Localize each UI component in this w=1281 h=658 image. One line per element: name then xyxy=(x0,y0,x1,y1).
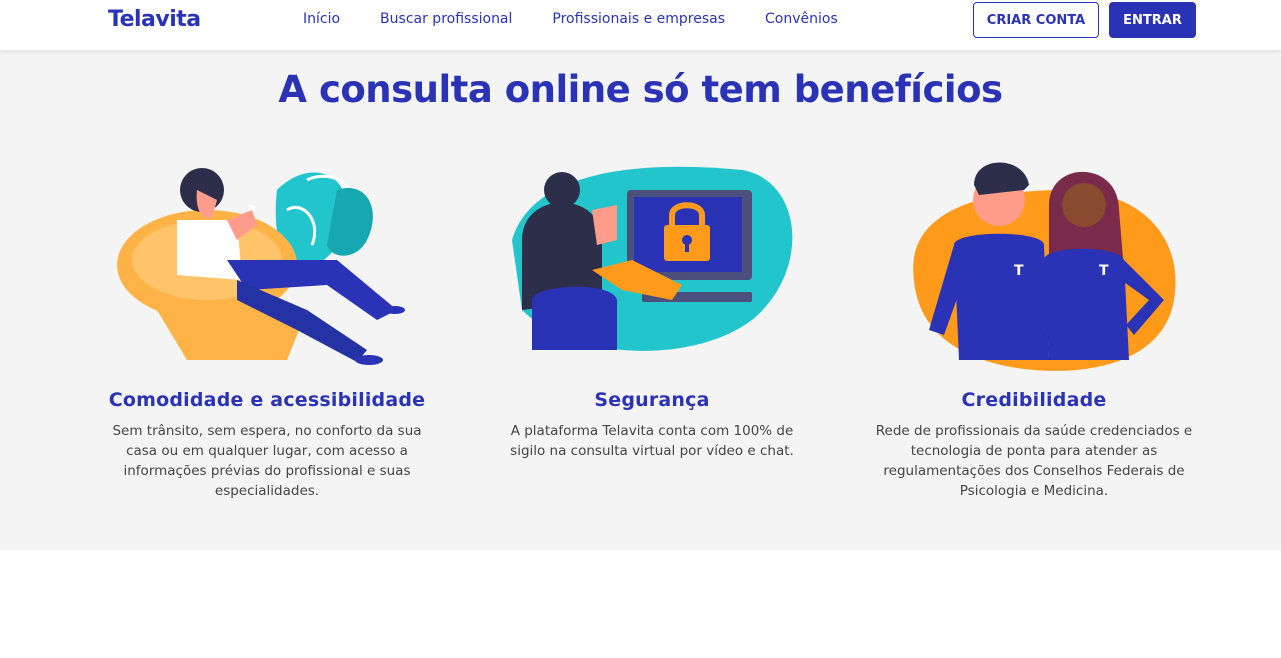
svg-text:T: T xyxy=(1014,263,1024,279)
svg-text:T: T xyxy=(1099,263,1109,279)
benefits-section: A consulta online só tem benefícios Como… xyxy=(0,50,1281,550)
benefit-title: Credibilidade xyxy=(961,389,1107,411)
benefit-card-seguranca: Segurança A plataforma Telavita conta co… xyxy=(482,150,822,461)
logo-text: Telavita xyxy=(108,6,201,32)
heading-bold: só tem benefícios xyxy=(642,68,1003,111)
create-account-button[interactable]: CRIAR CONTA xyxy=(973,2,1099,38)
telavita-logo[interactable]: Telavita xyxy=(108,5,201,33)
nav-link-buscar-profissional[interactable]: Buscar profissional xyxy=(380,11,512,27)
nav-link-inicio[interactable]: Início xyxy=(303,11,340,27)
benefit-title: Segurança xyxy=(594,389,710,411)
benefit-card-credibilidade: T T Credibilidade Rede de profissionais … xyxy=(864,150,1204,501)
benefit-description: Rede de profissionais da saúde credencia… xyxy=(875,423,1193,499)
login-button[interactable]: ENTRAR xyxy=(1109,2,1196,38)
main-nav: Início Buscar profissional Profissionais… xyxy=(303,11,878,27)
heading-regular: A consulta online xyxy=(278,68,643,111)
nav-link-profissionais-empresas[interactable]: Profissionais e empresas xyxy=(552,11,725,27)
woman-at-computer-illustration xyxy=(482,150,822,375)
page-bottom-area xyxy=(0,550,1281,658)
two-professionals-illustration: T T xyxy=(864,150,1204,375)
woman-in-chair-illustration xyxy=(97,150,437,375)
benefit-card-comodidade: Comodidade e acessibilidade Sem trânsito… xyxy=(97,150,437,501)
benefits-heading: A consulta online só tem benefícios xyxy=(0,68,1281,111)
benefit-description: A plataforma Telavita conta com 100% de … xyxy=(510,423,794,459)
benefit-title: Comodidade e acessibilidade xyxy=(108,389,426,411)
top-navigation-bar: Telavita Início Buscar profissional Prof… xyxy=(0,0,1281,50)
benefit-description: Sem trânsito, sem espera, no conforto da… xyxy=(112,423,422,499)
nav-link-convenios[interactable]: Convênios xyxy=(765,11,838,27)
